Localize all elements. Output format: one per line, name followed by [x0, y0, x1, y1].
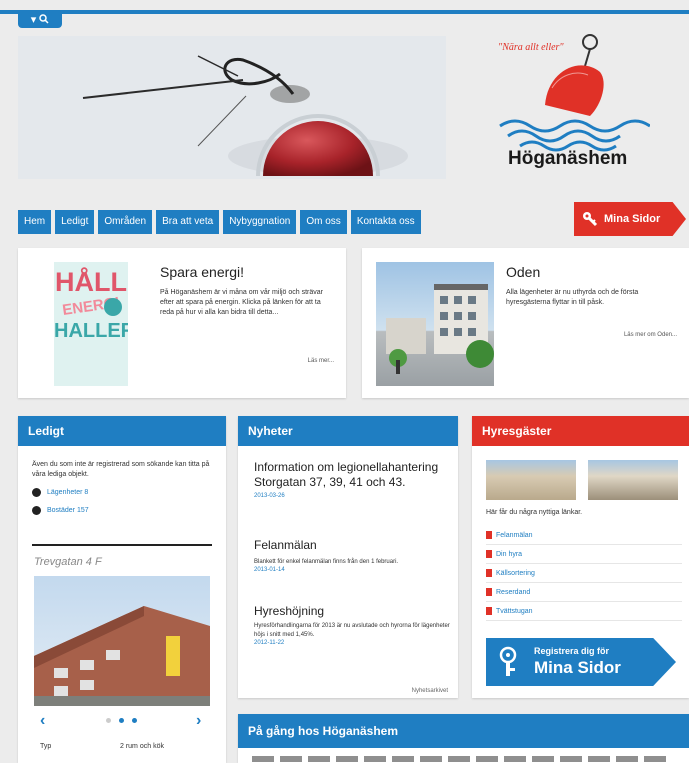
file-icon: [486, 569, 492, 577]
poster-line-3: HALLER: [54, 320, 128, 342]
listing-title[interactable]: Trevgatan 4 F: [34, 556, 102, 568]
carousel-dot[interactable]: [106, 718, 111, 723]
ledigt-intro: Även du som inte är registrerad som söka…: [32, 461, 210, 478]
search-toggle-button[interactable]: ▾: [18, 10, 62, 28]
nav-item-om-oss[interactable]: Om oss: [300, 210, 347, 234]
energy-poster-image: HÅLL ENERGI HALLER: [54, 262, 128, 386]
news-item-date: 2012-11-22: [254, 640, 285, 646]
tenant-link-label: Din hyra: [496, 550, 523, 558]
carousel-dots: [106, 718, 137, 723]
news-panel: Nyheter Information om legionellahanteri…: [238, 416, 458, 698]
news-item-body: Hyresförhandlingarna för 2013 är nu avsl…: [254, 623, 450, 638]
news-item-title[interactable]: Information om legionellahantering Storg…: [254, 460, 450, 490]
featured-read-more-link[interactable]: Läs mer...: [308, 358, 334, 364]
ledigt-link-label: Lägenheter 8: [47, 489, 89, 496]
file-icon: [486, 588, 492, 596]
chevron-down-icon: ▾: [30, 13, 37, 26]
featured-card-energy: HÅLL ENERGI HALLER Spara energi! På Höga…: [18, 248, 346, 398]
news-item[interactable]: Felanmälan Blankett för enkel felanmälan…: [254, 538, 450, 573]
nav-item-ledigt[interactable]: Ledigt: [55, 210, 95, 234]
tenant-link-label: Reserdand: [496, 588, 531, 596]
register-line-2: Mina Sidor: [534, 658, 621, 677]
nav-item-bra-att-veta[interactable]: Bra att veta: [156, 210, 220, 234]
featured-title[interactable]: Oden: [506, 264, 540, 280]
register-mina-sidor-button[interactable]: Registrera dig för Mina Sidor: [486, 638, 676, 686]
carousel-dot[interactable]: [119, 718, 124, 723]
listing-row-value: 2 rum och kök: [120, 743, 164, 750]
logo-name: Höganäshem: [508, 148, 628, 169]
upcoming-header[interactable]: På gång hos Höganäshem: [238, 714, 689, 748]
svg-text:"Nära allt eller": "Nära allt eller": [498, 42, 564, 53]
carousel-prev-button[interactable]: ‹: [40, 712, 45, 730]
tenants-header[interactable]: Hyresgäster: [472, 416, 689, 446]
ledigt-link-lagenheter[interactable]: Lägenheter 8: [32, 488, 88, 497]
arrow-circle-icon: [32, 506, 41, 515]
divider: [32, 544, 212, 546]
featured-card-oden: Oden Alla lägenheter är nu uthyrda och d…: [362, 248, 689, 398]
top-accent-bar: [0, 10, 689, 14]
upcoming-panel: På gång hos Höganäshem: [238, 714, 689, 763]
tenant-link-tvattstugan[interactable]: Tvättstugan: [486, 602, 682, 621]
featured-body: Alla lägenheter är nu uthyrda och de för…: [506, 289, 639, 306]
ledigt-header[interactable]: Ledigt: [18, 416, 226, 446]
nav-item-omraden[interactable]: Områden: [98, 210, 153, 234]
register-line-1: Registrera dig för: [534, 646, 610, 656]
tenant-link-felanmalan[interactable]: Felanmälan: [486, 526, 682, 545]
tenant-link-label: Felanmälan: [496, 531, 533, 539]
tenant-link-reserdand[interactable]: Reserdand: [486, 583, 682, 602]
main-navigation: Hem Ledigt Områden Bra att veta Nybyggna…: [18, 208, 421, 236]
listing-image[interactable]: [34, 576, 210, 706]
tenants-links: Felanmälan Din hyra Källsortering Reserd…: [486, 526, 682, 621]
tenant-link-din-hyra[interactable]: Din hyra: [486, 545, 682, 564]
news-item-title[interactable]: Hyreshöjning: [254, 604, 450, 619]
news-item[interactable]: Hyreshöjning Hyresförhandlingarna för 20…: [254, 604, 450, 646]
arrow-circle-icon: [32, 488, 41, 497]
tenants-panel: Hyresgäster Här får du några nyttiga län…: [472, 416, 689, 698]
nav-item-kontakta-oss[interactable]: Kontakta oss: [350, 210, 421, 234]
news-item-date: 2013-01-14: [254, 567, 285, 573]
news-item[interactable]: Information om legionellahantering Storg…: [254, 460, 450, 499]
hero-image: [18, 36, 446, 179]
ledigt-link-label: Bostäder 157: [47, 507, 89, 514]
hoganashem-logo[interactable]: "Nära allt eller" Höganäshem: [490, 30, 651, 180]
featured-title[interactable]: Spara energi!: [160, 264, 244, 280]
tenants-image-2: [588, 460, 678, 500]
file-icon: [486, 607, 492, 615]
tenants-intro: Här får du några nyttiga länkar.: [486, 509, 583, 516]
key-icon: [583, 212, 598, 227]
search-icon: [39, 14, 49, 24]
listing-row-label: Typ: [40, 743, 52, 750]
upcoming-content-preview: [252, 756, 672, 762]
news-archive-link[interactable]: Nyhetsarkivet: [412, 688, 448, 694]
featured-read-more-link[interactable]: Läs mer om Oden...: [624, 332, 677, 338]
tenant-link-kallsortering[interactable]: Källsortering: [486, 564, 682, 583]
ledigt-panel: Ledigt Även du som inte är registrerad s…: [18, 416, 226, 763]
nav-item-nybyggnation[interactable]: Nybyggnation: [223, 210, 297, 234]
tenant-link-label: Tvättstugan: [496, 607, 533, 615]
mina-sidor-label: Mina Sidor: [604, 213, 661, 225]
ledigt-link-bostader[interactable]: Bostäder 157: [32, 506, 89, 515]
featured-body: På Höganäshem är vi måna om vår miljö oc…: [160, 289, 324, 316]
file-icon: [486, 531, 492, 539]
oden-building-image: [376, 262, 494, 386]
news-item-title[interactable]: Felanmälan: [254, 538, 450, 553]
tenant-link-label: Källsortering: [496, 569, 535, 577]
file-icon: [486, 550, 492, 558]
news-header[interactable]: Nyheter: [238, 416, 458, 446]
news-item-body: Blankett för enkel felanmälan finns från…: [254, 559, 399, 565]
news-item-date: 2013-03-26: [254, 493, 285, 499]
mina-sidor-button[interactable]: Mina Sidor: [574, 202, 686, 236]
nav-item-hem[interactable]: Hem: [18, 210, 52, 234]
user-key-icon: [499, 646, 517, 676]
carousel-next-button[interactable]: ›: [196, 712, 201, 730]
poster-badge-icon: [104, 298, 122, 316]
tenants-image-1: [486, 460, 576, 500]
carousel-dot[interactable]: [132, 718, 137, 723]
